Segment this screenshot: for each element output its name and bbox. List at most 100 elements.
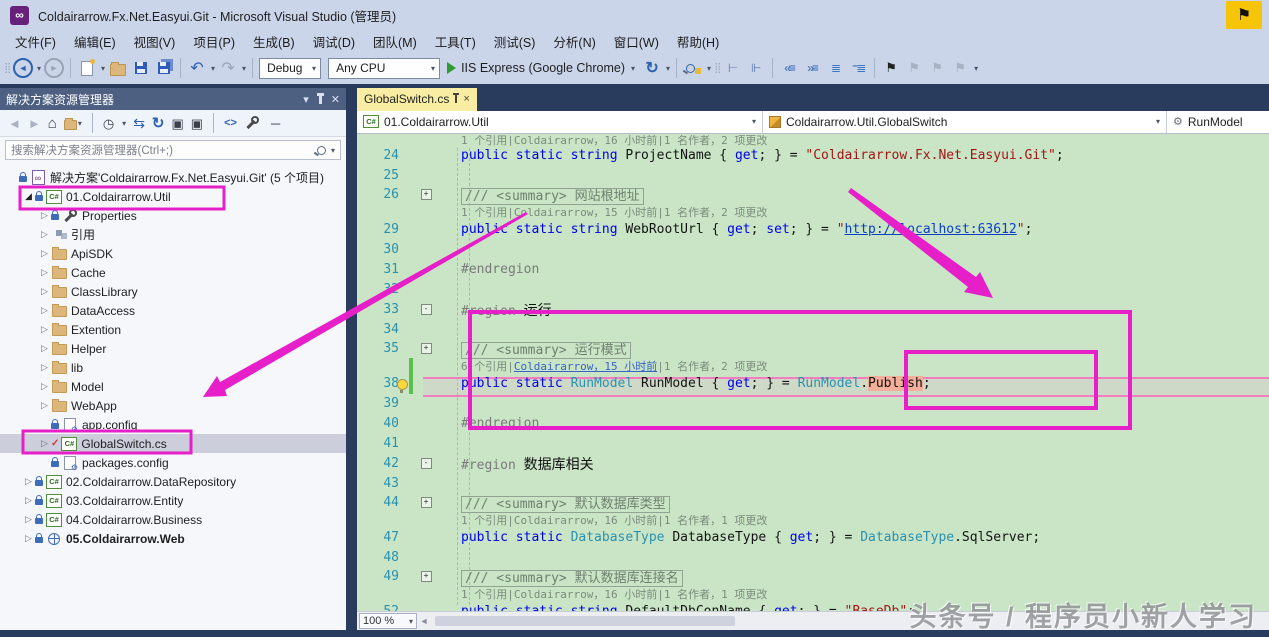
menu-item-8[interactable]: 测试(S)	[485, 30, 545, 53]
tree-expander-icon[interactable]: ▷	[38, 438, 51, 449]
undo-dropdown-icon[interactable]: ▾	[211, 64, 215, 73]
new-window-button[interactable]: ⊢	[723, 57, 743, 79]
glyph-margin[interactable]	[399, 220, 417, 240]
tree-item[interactable]: ▷ Model	[0, 377, 346, 396]
refresh-button[interactable]: ↻	[642, 57, 662, 79]
code-row[interactable]: 31 #endregion	[357, 260, 1269, 280]
code-row[interactable]: 1 个引用|Coldairarrow，16 小时前|1 名作者，2 项更改	[357, 134, 1269, 146]
menu-item-3[interactable]: 项目(P)	[184, 30, 244, 53]
new-file-dropdown-icon[interactable]: ▾	[101, 64, 105, 73]
tree-item[interactable]: ▷ lib	[0, 358, 346, 377]
fold-margin[interactable]: +	[417, 497, 435, 509]
glyph-margin[interactable]	[397, 373, 417, 394]
glyph-margin[interactable]	[399, 300, 417, 320]
code-row[interactable]: 41	[357, 434, 1269, 454]
glyph-margin[interactable]	[399, 280, 417, 300]
tree-expander-icon[interactable]: ▷	[38, 305, 51, 316]
open-file-button[interactable]	[108, 57, 128, 79]
tree-item[interactable]: ▷ Extention	[0, 320, 346, 339]
code-row[interactable]: 40 #endregion	[357, 414, 1269, 434]
clear-bookmarks-button[interactable]: ⚑	[950, 57, 970, 79]
glyph-margin[interactable]	[399, 134, 417, 146]
code-row[interactable]: 35 + /// <summary> 运行模式	[357, 340, 1269, 360]
fold-margin[interactable]: +	[417, 571, 435, 583]
se-back-button[interactable]: ◄	[8, 117, 21, 130]
navigate-to-button[interactable]: ⊩	[746, 57, 766, 79]
tree-item[interactable]: ▷ ApiSDK	[0, 244, 346, 263]
code-row[interactable]: 43	[357, 474, 1269, 494]
tree-item[interactable]: ▷ C# 02.Coldairarrow.DataRepository	[0, 472, 346, 491]
code-row[interactable]: 52 public static string DefaultDbConName …	[357, 602, 1269, 611]
tree-expander-icon[interactable]: ▷	[38, 267, 51, 278]
horizontal-scrollbar[interactable]: 100 % ▾ ◄	[357, 611, 1269, 631]
lightbulb-icon[interactable]	[397, 378, 408, 393]
switch-views-button[interactable]: ▾	[63, 117, 82, 130]
next-bookmark-button[interactable]: ⚑	[927, 57, 947, 79]
fold-margin[interactable]: -	[417, 304, 435, 316]
toolbar-grip[interactable]: ⣿	[4, 63, 10, 74]
glyph-margin[interactable]	[399, 586, 417, 602]
undo-button[interactable]: ↶	[187, 57, 207, 79]
increase-indent-button[interactable]: »≡	[802, 57, 822, 79]
code-row[interactable]: 44 + /// <summary> 默认数据库类型	[357, 494, 1269, 514]
solution-explorer-header[interactable]: 解决方案资源管理器 ▾ ✕	[0, 88, 346, 110]
show-all-files-button[interactable]: ▣	[191, 117, 203, 130]
code-token-url[interactable]: http://localhost:63612	[845, 222, 1017, 237]
code-editor[interactable]: 1 个引用|Coldairarrow，16 小时前|1 名作者，2 项更改 24 p…	[357, 133, 1269, 612]
uncomment-button[interactable]: ⁼≣	[848, 57, 868, 79]
glyph-margin[interactable]	[399, 186, 417, 204]
menu-item-11[interactable]: 帮助(H)	[668, 30, 728, 53]
fold-margin[interactable]: +	[417, 189, 435, 201]
tree-expander-icon[interactable]: ▷	[22, 533, 35, 544]
code-row[interactable]: 25	[357, 166, 1269, 186]
glyph-margin[interactable]	[399, 166, 417, 186]
glyph-margin[interactable]	[399, 474, 417, 494]
glyph-margin[interactable]	[399, 512, 417, 528]
pin-icon[interactable]	[316, 92, 324, 104]
glyph-margin[interactable]	[399, 240, 417, 260]
tree-item[interactable]: ◢ C# 01.Coldairarrow.Util	[0, 187, 346, 206]
menu-item-7[interactable]: 工具(T)	[426, 30, 485, 53]
glyph-margin[interactable]	[399, 357, 417, 374]
code-row[interactable]: 26 + /// <summary> 网站根地址	[357, 186, 1269, 206]
tree-item[interactable]: ▷ 05.Coldairarrow.Web	[0, 529, 346, 548]
expand-fold-icon[interactable]: +	[420, 189, 432, 201]
menu-item-0[interactable]: 文件(F)	[6, 30, 65, 53]
properties-button[interactable]	[244, 116, 260, 131]
tree-item[interactable]: packages.config	[0, 453, 346, 472]
code-row[interactable]: 38 public static RunModel RunModel { get;…	[357, 373, 1269, 394]
refresh-dropdown-icon[interactable]: ▾	[666, 64, 670, 73]
glyph-margin[interactable]	[399, 204, 417, 220]
tree-expander-icon[interactable]: ◢	[22, 191, 35, 202]
code-row[interactable]: 42- #region 数据库相关	[357, 454, 1269, 474]
redo-dropdown-icon[interactable]: ▾	[242, 64, 246, 73]
navigate-back-button[interactable]: ◄	[13, 57, 33, 79]
glyph-margin[interactable]	[399, 340, 417, 358]
tree-item[interactable]: ▷ C# 03.Coldairarrow.Entity	[0, 491, 346, 510]
scrollbar-thumb[interactable]	[435, 616, 735, 627]
refresh-button-se[interactable]: ↻	[152, 116, 165, 131]
glyph-margin[interactable]	[399, 146, 417, 166]
code-row[interactable]: 33- #region 运行	[357, 300, 1269, 320]
pending-changes-filter-button[interactable]: ◷	[103, 117, 114, 130]
toolbar-overflow-icon[interactable]: ▾	[707, 64, 711, 73]
navigate-forward-button[interactable]: ►	[44, 57, 65, 79]
tree-item[interactable]: ▷ Cache	[0, 263, 346, 282]
tree-expander-icon[interactable]: ▷	[38, 381, 51, 392]
start-debugging-button[interactable]: IIS Express (Google Chrome) ▾	[443, 61, 639, 75]
editor-zoom-dropdown[interactable]: 100 % ▾	[359, 613, 417, 630]
solution-platform-dropdown[interactable]: Any CPU ▾	[328, 57, 441, 79]
solution-search-input[interactable]: 搜索解决方案资源管理器(Ctrl+;) ▾	[5, 140, 341, 160]
tree-item[interactable]: ▷ WebApp	[0, 396, 346, 415]
glyph-margin[interactable]	[399, 528, 417, 548]
navigate-back-dropdown-icon[interactable]: ▾	[37, 64, 41, 73]
tree-item[interactable]: ▷ 引用	[0, 225, 346, 244]
se-forward-button[interactable]: ►	[28, 117, 41, 130]
menu-item-6[interactable]: 团队(M)	[364, 30, 426, 53]
filter-dropdown-icon[interactable]: ▾	[122, 119, 126, 128]
menu-item-9[interactable]: 分析(N)	[544, 30, 604, 53]
pin-tab-icon[interactable]	[453, 93, 460, 104]
tree-expander-icon[interactable]: ▷	[38, 229, 51, 240]
expand-fold-icon[interactable]: +	[420, 571, 432, 583]
collapse-all-button[interactable]: ▣	[172, 117, 184, 130]
